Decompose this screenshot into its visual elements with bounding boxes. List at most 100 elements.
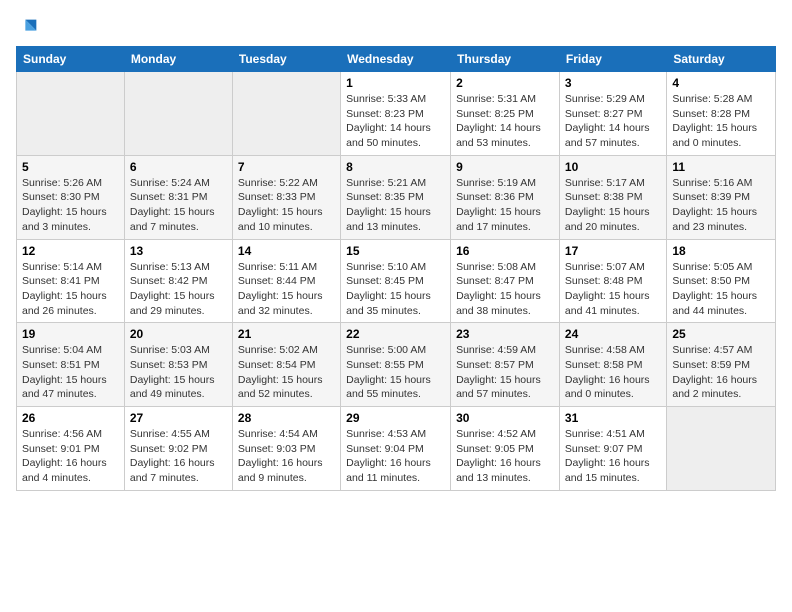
calendar-table: SundayMondayTuesdayWednesdayThursdayFrid…: [16, 46, 776, 491]
day-info: Sunrise: 5:02 AM Sunset: 8:54 PM Dayligh…: [238, 343, 335, 402]
day-cell: 8 Sunrise: 5:21 AM Sunset: 8:35 PM Daylig…: [341, 155, 451, 239]
day-cell: 3Sunrise: 5:29 AM Sunset: 8:27 PM Daylig…: [559, 72, 666, 156]
day-info: Sunrise: 5:31 AM Sunset: 8:25 PM Dayligh…: [456, 92, 554, 151]
day-info: Sunrise: 5:05 AM Sunset: 8:50 PM Dayligh…: [672, 260, 770, 319]
day-info: Sunrise: 4:52 AM Sunset: 9:05 PM Dayligh…: [456, 427, 554, 486]
day-cell: 20 Sunrise: 5:03 AM Sunset: 8:53 PM Dayli…: [124, 323, 232, 407]
day-info: Sunrise: 4:51 AM Sunset: 9:07 PM Dayligh…: [565, 427, 661, 486]
day-cell: 27 Sunrise: 4:55 AM Sunset: 9:02 PM Dayli…: [124, 407, 232, 491]
day-number: 12: [22, 244, 119, 258]
day-number: 29: [346, 411, 445, 425]
day-info: Sunrise: 5:00 AM Sunset: 8:55 PM Dayligh…: [346, 343, 445, 402]
header-row: SundayMondayTuesdayWednesdayThursdayFrid…: [17, 47, 776, 72]
col-header-sunday: Sunday: [17, 47, 125, 72]
day-number: 11: [672, 160, 770, 174]
day-number: 31: [565, 411, 661, 425]
day-info: Sunrise: 5:10 AM Sunset: 8:45 PM Dayligh…: [346, 260, 445, 319]
day-number: 6: [130, 160, 227, 174]
week-row-1: 1Sunrise: 5:33 AM Sunset: 8:23 PM Daylig…: [17, 72, 776, 156]
day-cell: 10Sunrise: 5:17 AM Sunset: 8:38 PM Dayli…: [559, 155, 666, 239]
day-info: Sunrise: 5:24 AM Sunset: 8:31 PM Dayligh…: [130, 176, 227, 235]
day-info: Sunrise: 4:56 AM Sunset: 9:01 PM Dayligh…: [22, 427, 119, 486]
col-header-thursday: Thursday: [451, 47, 560, 72]
day-number: 17: [565, 244, 661, 258]
day-cell: 17 Sunrise: 5:07 AM Sunset: 8:48 PM Dayli…: [559, 239, 666, 323]
col-header-wednesday: Wednesday: [341, 47, 451, 72]
day-number: 14: [238, 244, 335, 258]
day-number: 2: [456, 76, 554, 90]
day-info: Sunrise: 5:28 AM Sunset: 8:28 PM Dayligh…: [672, 92, 770, 151]
day-number: 21: [238, 327, 335, 341]
day-info: Sunrise: 4:58 AM Sunset: 8:58 PM Dayligh…: [565, 343, 661, 402]
day-number: 15: [346, 244, 445, 258]
day-cell: 21 Sunrise: 5:02 AM Sunset: 8:54 PM Dayli…: [232, 323, 340, 407]
day-number: 20: [130, 327, 227, 341]
day-info: Sunrise: 5:21 AM Sunset: 8:35 PM Dayligh…: [346, 176, 445, 235]
day-cell: 12Sunrise: 5:14 AM Sunset: 8:41 PM Dayli…: [17, 239, 125, 323]
day-info: Sunrise: 5:07 AM Sunset: 8:48 PM Dayligh…: [565, 260, 661, 319]
day-number: 26: [22, 411, 119, 425]
day-cell: 26 Sunrise: 4:56 AM Sunset: 9:01 PM Dayli…: [17, 407, 125, 491]
day-cell: 16Sunrise: 5:08 AM Sunset: 8:47 PM Dayli…: [451, 239, 560, 323]
day-info: Sunrise: 5:04 AM Sunset: 8:51 PM Dayligh…: [22, 343, 119, 402]
day-number: 4: [672, 76, 770, 90]
day-cell: [17, 72, 125, 156]
day-info: Sunrise: 4:57 AM Sunset: 8:59 PM Dayligh…: [672, 343, 770, 402]
day-number: 9: [456, 160, 554, 174]
day-number: 5: [22, 160, 119, 174]
day-number: 22: [346, 327, 445, 341]
day-cell: 13 Sunrise: 5:13 AM Sunset: 8:42 PM Dayli…: [124, 239, 232, 323]
day-cell: 5 Sunrise: 5:26 AM Sunset: 8:30 PM Daylig…: [17, 155, 125, 239]
day-cell: 11Sunrise: 5:16 AM Sunset: 8:39 PM Dayli…: [667, 155, 776, 239]
day-number: 3: [565, 76, 661, 90]
day-cell: [124, 72, 232, 156]
day-number: 18: [672, 244, 770, 258]
day-info: Sunrise: 4:54 AM Sunset: 9:03 PM Dayligh…: [238, 427, 335, 486]
day-number: 13: [130, 244, 227, 258]
day-cell: 24 Sunrise: 4:58 AM Sunset: 8:58 PM Dayli…: [559, 323, 666, 407]
day-cell: 2 Sunrise: 5:31 AM Sunset: 8:25 PM Daylig…: [451, 72, 560, 156]
day-cell: 15 Sunrise: 5:10 AM Sunset: 8:45 PM Dayli…: [341, 239, 451, 323]
day-number: 25: [672, 327, 770, 341]
day-cell: 31 Sunrise: 4:51 AM Sunset: 9:07 PM Dayli…: [559, 407, 666, 491]
col-header-saturday: Saturday: [667, 47, 776, 72]
day-cell: 29 Sunrise: 4:53 AM Sunset: 9:04 PM Dayli…: [341, 407, 451, 491]
day-cell: 9 Sunrise: 5:19 AM Sunset: 8:36 PM Daylig…: [451, 155, 560, 239]
day-info: Sunrise: 5:08 AM Sunset: 8:47 PM Dayligh…: [456, 260, 554, 319]
day-info: Sunrise: 4:53 AM Sunset: 9:04 PM Dayligh…: [346, 427, 445, 486]
day-cell: [232, 72, 340, 156]
day-info: Sunrise: 5:13 AM Sunset: 8:42 PM Dayligh…: [130, 260, 227, 319]
week-row-4: 19 Sunrise: 5:04 AM Sunset: 8:51 PM Dayli…: [17, 323, 776, 407]
day-info: Sunrise: 5:11 AM Sunset: 8:44 PM Dayligh…: [238, 260, 335, 319]
day-info: Sunrise: 5:26 AM Sunset: 8:30 PM Dayligh…: [22, 176, 119, 235]
day-cell: [667, 407, 776, 491]
day-cell: 30 Sunrise: 4:52 AM Sunset: 9:05 PM Dayli…: [451, 407, 560, 491]
day-number: 24: [565, 327, 661, 341]
day-cell: 18 Sunrise: 5:05 AM Sunset: 8:50 PM Dayli…: [667, 239, 776, 323]
day-number: 1: [346, 76, 445, 90]
week-row-2: 5 Sunrise: 5:26 AM Sunset: 8:30 PM Daylig…: [17, 155, 776, 239]
day-number: 30: [456, 411, 554, 425]
day-cell: 14 Sunrise: 5:11 AM Sunset: 8:44 PM Dayli…: [232, 239, 340, 323]
day-cell: 25 Sunrise: 4:57 AM Sunset: 8:59 PM Dayli…: [667, 323, 776, 407]
day-cell: 6 Sunrise: 5:24 AM Sunset: 8:31 PM Daylig…: [124, 155, 232, 239]
day-info: Sunrise: 5:22 AM Sunset: 8:33 PM Dayligh…: [238, 176, 335, 235]
day-cell: 19 Sunrise: 5:04 AM Sunset: 8:51 PM Dayli…: [17, 323, 125, 407]
day-cell: 22 Sunrise: 5:00 AM Sunset: 8:55 PM Dayli…: [341, 323, 451, 407]
col-header-tuesday: Tuesday: [232, 47, 340, 72]
day-number: 8: [346, 160, 445, 174]
day-number: 7: [238, 160, 335, 174]
day-number: 27: [130, 411, 227, 425]
week-row-3: 12Sunrise: 5:14 AM Sunset: 8:41 PM Dayli…: [17, 239, 776, 323]
day-cell: 28Sunrise: 4:54 AM Sunset: 9:03 PM Dayli…: [232, 407, 340, 491]
day-number: 19: [22, 327, 119, 341]
page-header: [16, 16, 776, 38]
day-cell: 7 Sunrise: 5:22 AM Sunset: 8:33 PM Daylig…: [232, 155, 340, 239]
day-info: Sunrise: 4:59 AM Sunset: 8:57 PM Dayligh…: [456, 343, 554, 402]
day-info: Sunrise: 5:19 AM Sunset: 8:36 PM Dayligh…: [456, 176, 554, 235]
day-info: Sunrise: 5:03 AM Sunset: 8:53 PM Dayligh…: [130, 343, 227, 402]
logo-icon: [18, 16, 40, 38]
day-number: 10: [565, 160, 661, 174]
logo: [16, 16, 40, 38]
day-info: Sunrise: 4:55 AM Sunset: 9:02 PM Dayligh…: [130, 427, 227, 486]
